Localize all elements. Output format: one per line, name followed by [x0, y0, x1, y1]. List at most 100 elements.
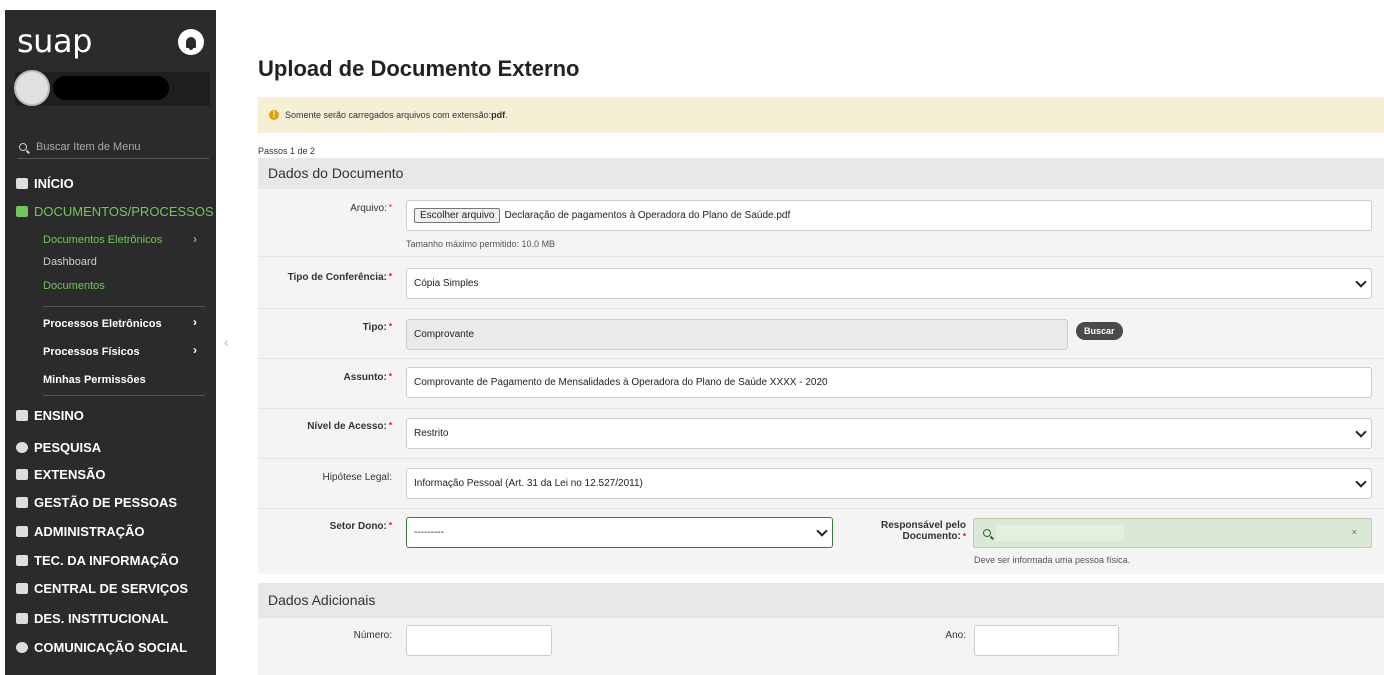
tipo-label: Tipo: * [362, 322, 392, 333]
ensino-icon [16, 410, 28, 421]
sidebar-item-comunicacao-social[interactable]: COMUNICAÇÃO SOCIAL [16, 640, 187, 655]
info-alert: ! Somente serão carregados arquivos com … [258, 97, 1384, 133]
section-dados-adicionais: Dados Adicionais Número: Ano: [258, 583, 1384, 675]
user-name-redacted [53, 76, 169, 100]
sidebar-item-label: ENSINO [34, 408, 84, 423]
tipo-field: Comprovante [406, 319, 1068, 350]
assunto-label: Assunto: * [343, 372, 392, 383]
notifications-bell-icon[interactable] [178, 29, 204, 55]
row-assunto: Assunto: * Comprovante de Pagamento de Me… [258, 358, 1384, 408]
numero-label: Número: [353, 630, 392, 641]
setor-dono-label: Setor Dono: * [329, 521, 392, 532]
section-header: Dados Adicionais [258, 583, 1384, 617]
sidebar-sub-processos-eletronicos[interactable]: Processos Eletrônicos [43, 318, 162, 330]
clear-icon[interactable]: × [1352, 527, 1357, 537]
sidebar-sub-dashboard[interactable]: Dashboard [43, 256, 97, 268]
chevron-down-icon [1355, 426, 1367, 438]
sidebar-item-label: DES. INSTITUCIONAL [34, 611, 169, 626]
document-icon [16, 206, 28, 217]
hipotese-legal-label: Hipótese Legal: [322, 472, 393, 483]
sidebar-item-label: ADMINISTRAÇÃO [34, 524, 145, 539]
sidebar-item-administracao[interactable]: ADMINISTRAÇÃO [16, 524, 145, 539]
sidebar-item-documentos-processos[interactable]: DOCUMENTOS/PROCESSOS [16, 204, 214, 219]
alert-suffix: . [505, 110, 508, 120]
setor-dono-select[interactable]: --------- [406, 517, 833, 548]
chevron-right-icon: › [193, 232, 197, 246]
alert-text: Somente serão carregados arquivos com ex… [285, 110, 492, 120]
sidebar-item-label: EXTENSÃO [34, 467, 106, 482]
sidebar-item-central-servicos[interactable]: CENTRAL DE SERVIÇOS [16, 581, 188, 596]
avatar[interactable] [14, 70, 50, 106]
tipo-value: Comprovante [414, 329, 475, 340]
responsavel-search-input[interactable]: × [973, 518, 1372, 548]
search-icon [19, 142, 27, 151]
nivel-acesso-select[interactable]: Restrito [406, 418, 1372, 449]
laptop-icon [16, 555, 28, 566]
ano-label: Ano: [945, 630, 966, 641]
hipotese-legal-select[interactable]: Informação Pessoal (Art. 31 da Lei no 12… [406, 468, 1372, 499]
responsavel-label: Responsável pelo Documento: * [880, 520, 966, 542]
app-root: suap Buscar Item de Menu INÍCIO DOCUMENT… [0, 0, 1384, 675]
sidebar-item-des-institucional[interactable]: DES. INSTITUCIONAL [16, 611, 168, 626]
users-icon [16, 497, 28, 508]
chevron-down-icon [1355, 476, 1367, 488]
chevron-right-icon: › [193, 315, 197, 329]
row-numero-ano: Número: Ano: [258, 617, 1384, 667]
section-header: Dados do Documento [258, 158, 1384, 188]
steps-indicator: Passos 1 de 2 [258, 146, 316, 156]
sidebar-item-pesquisa[interactable]: PESQUISA [16, 440, 101, 455]
sidebar-item-gestao-pessoas[interactable]: GESTÃO DE PESSOAS [16, 495, 177, 510]
responsavel-hint: Deve ser informada uma pessoa física. [974, 555, 1131, 565]
nivel-acesso-label: Nível de Acesso: * [307, 421, 392, 432]
file-size-hint: Tamanho máximo permitido: 10.0 MB [406, 239, 556, 249]
sidebar: suap Buscar Item de Menu INÍCIO DOCUMENT… [5, 10, 216, 675]
divider [43, 395, 205, 396]
sidebar-sub-documentos[interactable]: Documentos [43, 280, 105, 292]
divider [43, 306, 205, 307]
ano-input[interactable] [974, 625, 1119, 656]
sidebar-sub-processos-fisicos[interactable]: Processos Físicos [43, 346, 140, 358]
sidebar-item-label: CENTRAL DE SERVIÇOS [34, 581, 189, 596]
chart-icon [16, 613, 28, 624]
home-icon [16, 178, 28, 189]
file-name: Declaração de pagamentos à Operadora do … [504, 210, 791, 221]
sidebar-sub-minhas-permissoes[interactable]: Minhas Permissões [43, 374, 146, 386]
page-title: Upload de Documento Externo [258, 56, 580, 81]
sidebar-item-label: PESQUISA [34, 440, 102, 455]
chevron-down-icon [816, 525, 828, 537]
sidebar-item-label: INÍCIO [34, 176, 74, 191]
row-tipo: Tipo: * Comprovante Buscar [258, 308, 1384, 358]
buscar-button[interactable]: Buscar [1076, 322, 1123, 340]
globe-icon [16, 442, 28, 453]
building-icon [16, 469, 28, 480]
collapse-sidebar-icon[interactable]: ‹ [224, 334, 229, 350]
sidebar-sub-documentos-eletronicos[interactable]: Documentos Eletrônicos [43, 234, 162, 246]
sidebar-item-extensao[interactable]: EXTENSÃO [16, 467, 106, 482]
sidebar-item-tec-informacao[interactable]: TEC. DA INFORMAÇÃO [16, 553, 179, 568]
app-logo[interactable]: suap [17, 22, 92, 60]
arquivo-label: Arquivo: * [350, 203, 392, 214]
tipo-conferencia-label: Tipo de Conferência: * [287, 272, 392, 283]
chat-icon [16, 642, 28, 653]
sidebar-item-ensino[interactable]: ENSINO [16, 408, 84, 423]
tipo-conferencia-select[interactable]: Cópia Simples [406, 268, 1372, 299]
sidebar-item-label: GESTÃO DE PESSOAS [34, 495, 178, 510]
chevron-down-icon [1355, 276, 1367, 288]
row-tipo-conferencia: Tipo de Conferência: * Cópia Simples [258, 256, 1384, 308]
list-icon [16, 526, 28, 537]
search-icon [983, 529, 991, 537]
row-nivel-acesso: Nível de Acesso: * Restrito [258, 408, 1384, 458]
sidebar-item-inicio[interactable]: INÍCIO [16, 176, 74, 191]
menu-icon [16, 583, 28, 594]
row-setor-responsavel: Setor Dono: * --------- Responsável pelo … [258, 508, 1384, 574]
numero-input[interactable] [406, 625, 552, 656]
assunto-input[interactable]: Comprovante de Pagamento de Mensalidades… [406, 367, 1372, 398]
file-input[interactable]: Escolher arquivo Declaração de pagamento… [406, 200, 1372, 231]
choose-file-button[interactable]: Escolher arquivo [414, 208, 501, 223]
sidebar-item-label: DOCUMENTOS/PROCESSOS [34, 204, 214, 219]
chevron-right-icon: › [193, 343, 197, 357]
section-dados-documento: Dados do Documento Arquivo: * Escolher ar… [258, 158, 1384, 574]
alert-extension: pdf [491, 110, 506, 120]
sidebar-item-label: COMUNICAÇÃO SOCIAL [34, 640, 188, 655]
menu-search-input[interactable]: Buscar Item de Menu [17, 135, 209, 159]
